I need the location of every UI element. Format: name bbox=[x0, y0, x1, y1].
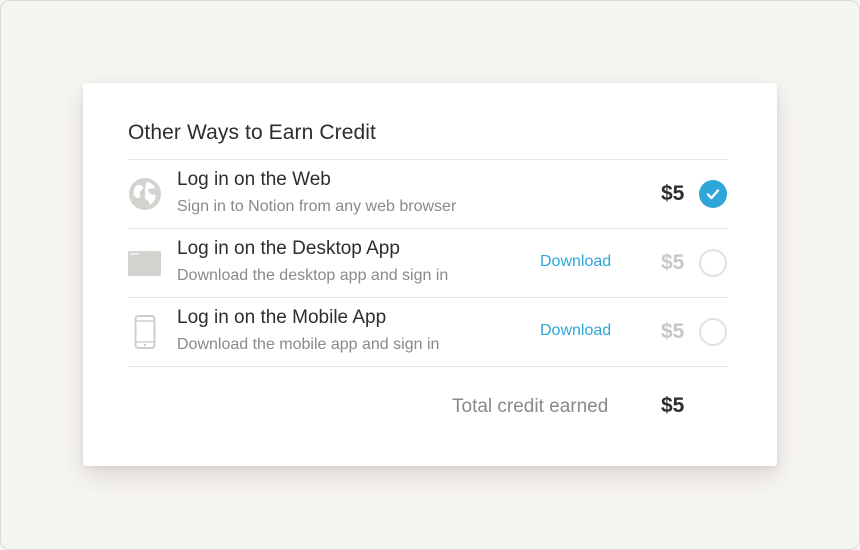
credit-amount: $5 bbox=[661, 320, 685, 343]
row-subtitle: Download the mobile app and sign in bbox=[177, 336, 440, 353]
credit-amount: $5 bbox=[661, 251, 685, 274]
download-desktop-link[interactable]: Download bbox=[540, 253, 611, 271]
checkmark-icon bbox=[706, 189, 720, 200]
completed-checkmark[interactable] bbox=[699, 180, 727, 208]
earn-credit-card: Other Ways to Earn Credit Log in on the … bbox=[83, 83, 777, 466]
row-title: Log in on the Mobile App bbox=[177, 307, 387, 328]
row-title: Log in on the Web bbox=[177, 169, 331, 190]
row-subtitle: Download the desktop app and sign in bbox=[177, 267, 449, 284]
desktop-window-icon bbox=[128, 246, 162, 280]
credit-row-web: Log in on the Web Sign in to Notion from… bbox=[128, 160, 728, 228]
total-label: Total credit earned bbox=[452, 396, 609, 417]
divider bbox=[128, 366, 728, 367]
row-title: Log in on the Desktop App bbox=[177, 238, 400, 259]
credit-row-desktop: Log in on the Desktop App Download the d… bbox=[128, 229, 728, 297]
mobile-phone-icon bbox=[128, 315, 162, 349]
download-mobile-link[interactable]: Download bbox=[540, 322, 611, 340]
credit-row-mobile: Log in on the Mobile App Download the mo… bbox=[128, 298, 728, 366]
incomplete-circle[interactable] bbox=[699, 318, 727, 346]
incomplete-circle[interactable] bbox=[699, 249, 727, 277]
credit-amount: $5 bbox=[661, 182, 685, 205]
section-title: Other Ways to Earn Credit bbox=[128, 121, 376, 144]
globe-icon bbox=[128, 177, 162, 211]
total-amount: $5 bbox=[661, 394, 685, 417]
row-subtitle: Sign in to Notion from any web browser bbox=[177, 198, 457, 215]
